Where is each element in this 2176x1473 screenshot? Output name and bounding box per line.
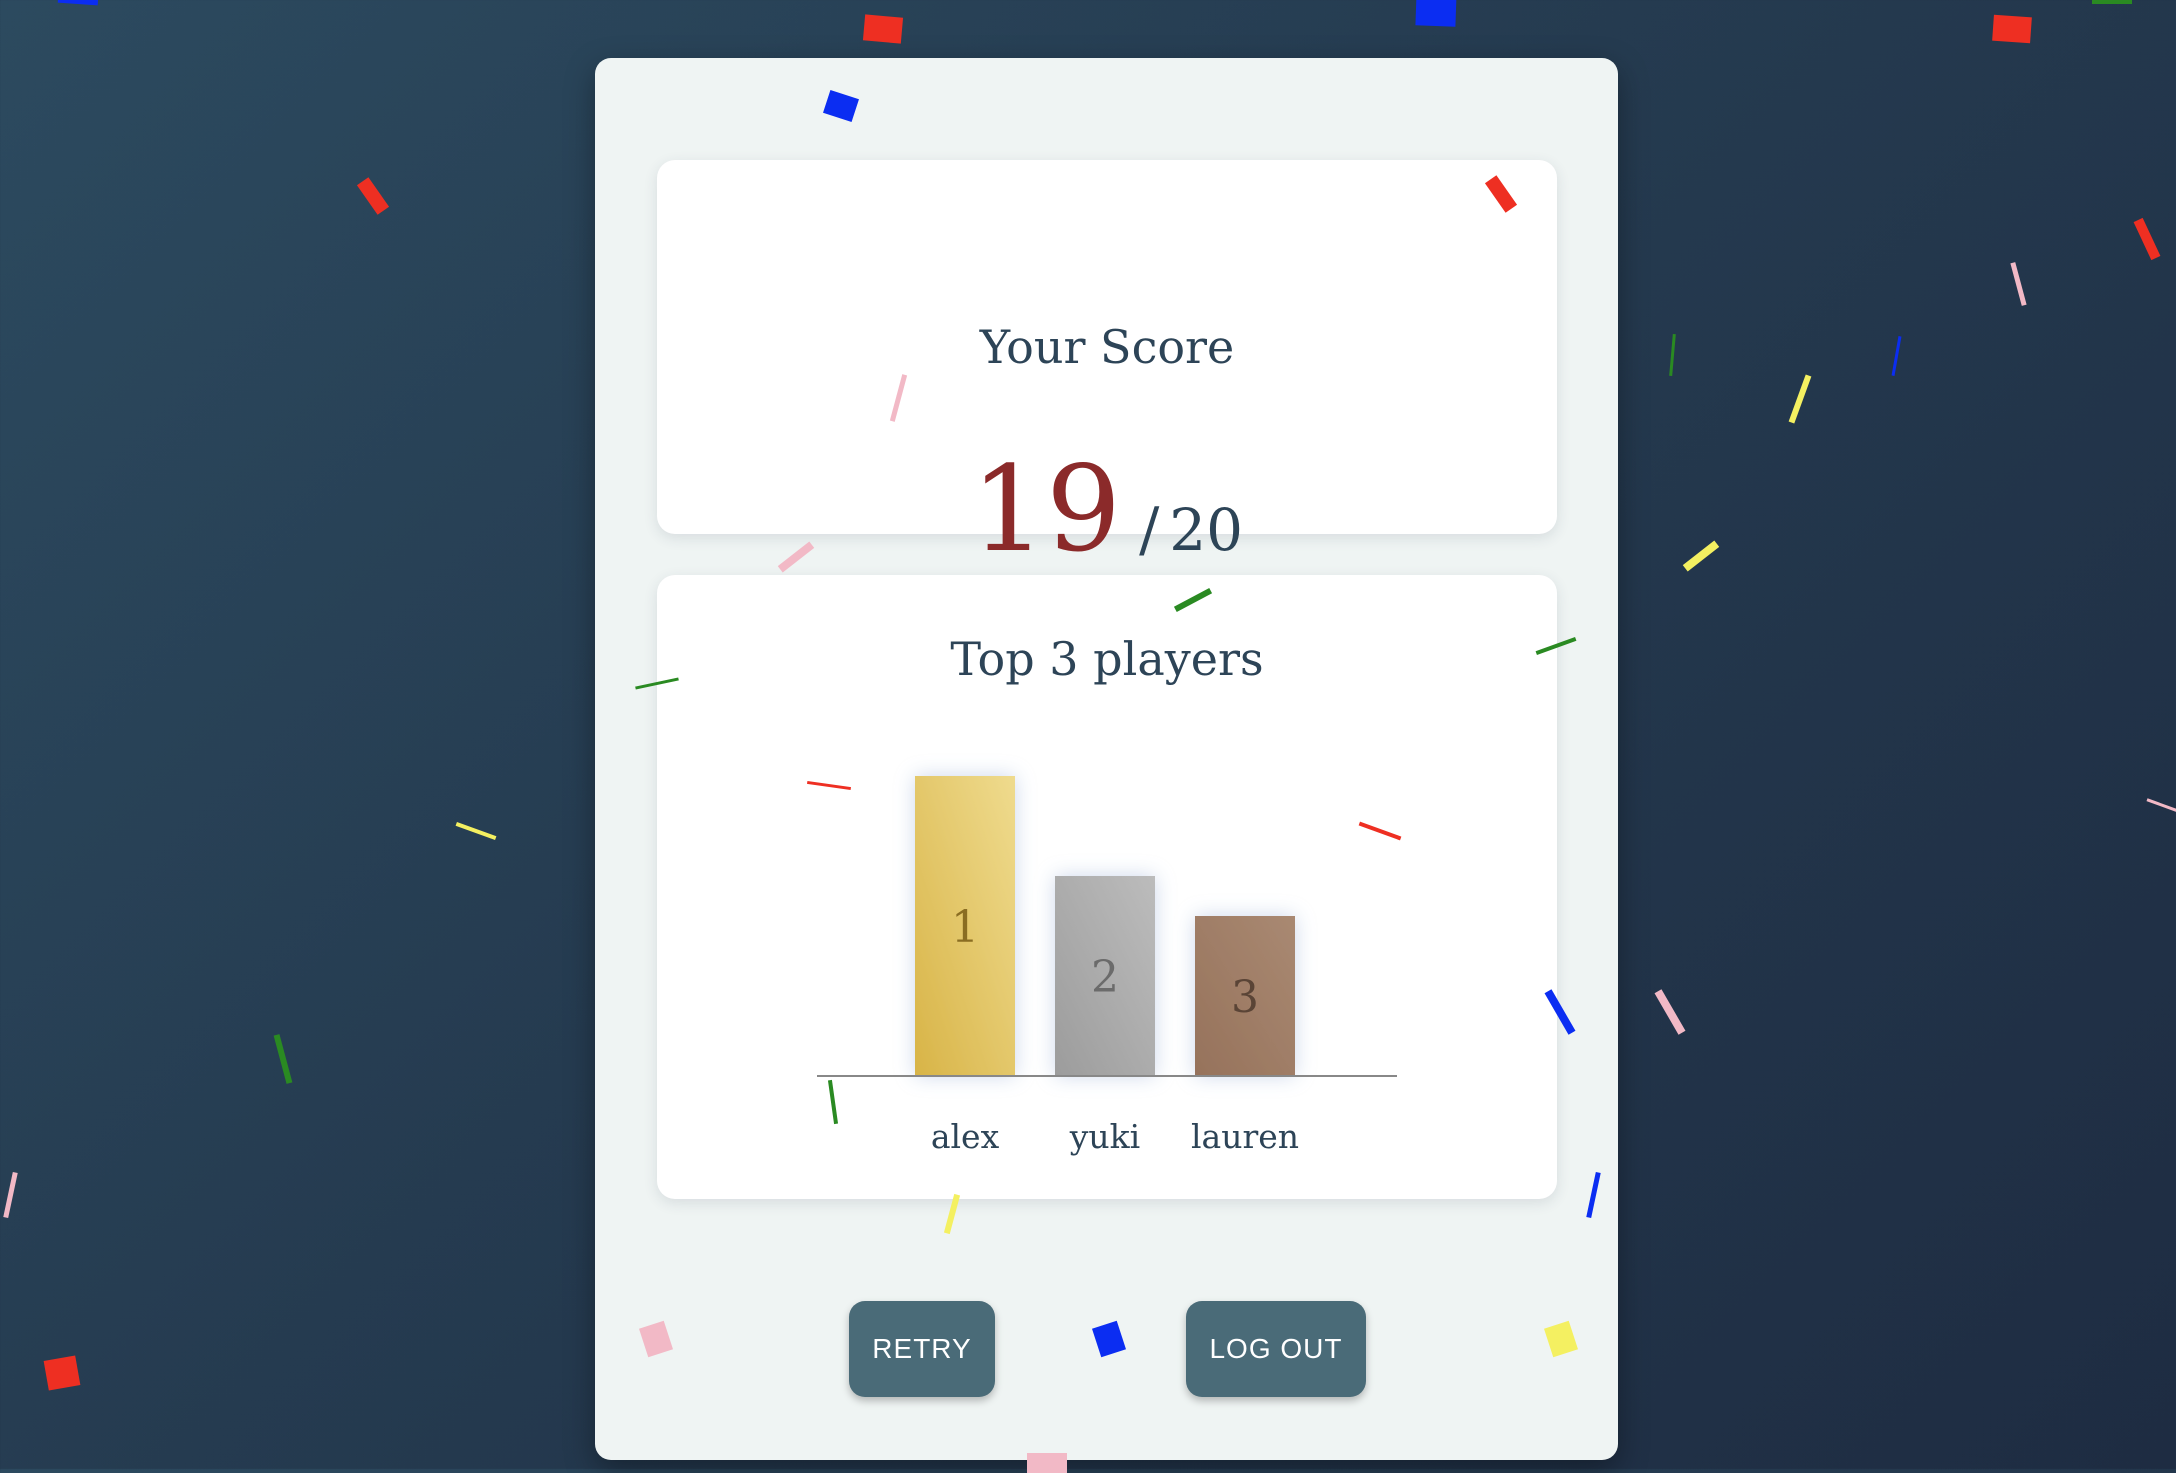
confetti-piece [1415, 0, 1457, 27]
confetti-piece [57, 0, 99, 6]
score-display: 19/20 [657, 440, 1557, 578]
confetti-piece [273, 1034, 293, 1084]
score-separator: / [1139, 495, 1160, 565]
confetti-piece [2010, 262, 2027, 306]
score-value: 19 [970, 440, 1122, 578]
score-title: Your Score [979, 320, 1235, 374]
player-name-label: alex [931, 1117, 1000, 1156]
bar-rank-label: 3 [1231, 972, 1259, 1023]
confetti-piece [455, 821, 497, 841]
confetti-piece [1654, 989, 1686, 1035]
player-name-label: yuki [1069, 1117, 1140, 1156]
confetti-piece [43, 1355, 81, 1391]
confetti-piece [2146, 798, 2176, 813]
confetti-piece [1891, 336, 1902, 376]
bar-rank-label: 2 [1091, 952, 1119, 1003]
logout-button[interactable]: LOG OUT [1186, 1301, 1366, 1397]
confetti-piece [1669, 333, 1676, 377]
confetti-piece [3, 1171, 18, 1219]
confetti-piece [862, 14, 904, 44]
confetti-piece [1992, 14, 2032, 44]
player-name-label: lauren [1191, 1117, 1299, 1156]
bar-rank-label: 1 [951, 902, 979, 953]
retry-button[interactable]: RETRY [849, 1301, 995, 1397]
leaderboard-chart: 1 alex 2 yuki 3 lauren [817, 776, 1397, 1156]
confetti-piece [1682, 540, 1720, 572]
score-total: 20 [1169, 496, 1244, 564]
score-panel: Your Score 19/20 [657, 160, 1557, 578]
action-bar: RETRY LOG OUT [595, 1301, 1618, 1401]
confetti-piece [1788, 374, 1812, 424]
results-card: Your Score 19/20 Top 3 players 1 alex 2 yuk… [595, 58, 1618, 1460]
confetti-piece [2133, 217, 2161, 261]
leaderboard-panel: Top 3 players 1 alex 2 yuki 3 lauren [657, 575, 1557, 1199]
confetti-piece [356, 177, 390, 215]
confetti-piece [2092, 0, 2132, 4]
